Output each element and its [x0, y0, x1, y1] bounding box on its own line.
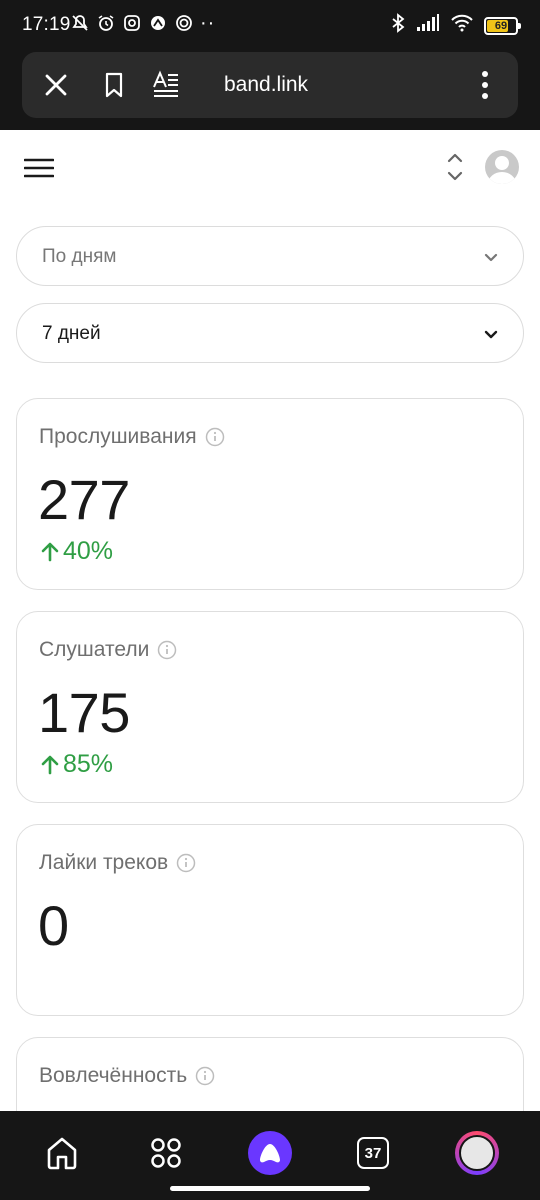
alice-button[interactable] [248, 1131, 292, 1175]
info-icon[interactable] [205, 427, 225, 447]
stat-card-plays: Прослушивания 277 40% [16, 398, 524, 590]
stat-title: Прослушивания [39, 425, 225, 449]
battery-level: 69 [494, 19, 508, 32]
stat-title: Вовлечённость [39, 1064, 215, 1088]
stat-title-text: Лайки треков [39, 851, 169, 874]
status-icons-right: 69 [390, 13, 521, 38]
stat-card-track-likes: Лайки треков 0 [16, 824, 524, 1016]
stat-delta: 85% [39, 750, 113, 779]
stat-delta: 40% [39, 537, 113, 566]
stat-value: 175 [38, 681, 130, 744]
menu-icon[interactable] [23, 156, 55, 180]
stat-title-text: Слушатели [39, 638, 150, 661]
status-more: ·· [200, 12, 216, 34]
tabs-count[interactable]: 37 [357, 1137, 389, 1169]
status-icons-left [70, 13, 194, 33]
stat-card-listeners: Слушатели 175 85% [16, 611, 524, 803]
sync-icon [148, 13, 168, 33]
bookmark-icon[interactable] [97, 68, 131, 102]
period-select[interactable]: 7 дней [16, 303, 524, 363]
signal-icon [416, 14, 440, 37]
chevron-down-icon [483, 249, 499, 265]
mute-icon [70, 13, 90, 33]
stat-delta-value: 85% [63, 750, 114, 778]
tabs-icon[interactable]: 37 [351, 1131, 395, 1175]
info-icon[interactable] [176, 853, 196, 873]
grouping-select-value: По дням [42, 246, 117, 267]
bluetooth-icon [390, 13, 406, 38]
stat-title-text: Вовлечённость [39, 1064, 188, 1087]
more-vertical-icon[interactable] [468, 68, 502, 102]
profile-avatar[interactable] [455, 1131, 499, 1175]
battery-icon: 69 [484, 16, 521, 35]
address-bar[interactable]: band.link [22, 52, 518, 118]
browser-top: 17:19 ·· 69 band.link [0, 0, 540, 130]
info-icon[interactable] [157, 640, 177, 660]
status-time: 17:19 [22, 14, 71, 35]
close-icon[interactable] [39, 68, 73, 102]
home-icon[interactable] [40, 1131, 84, 1175]
stat-title: Слушатели [39, 638, 177, 662]
reader-icon[interactable] [149, 68, 183, 102]
wifi-icon [450, 14, 474, 37]
grouping-select[interactable]: По дням [16, 226, 524, 286]
home-indicator[interactable] [170, 1186, 370, 1191]
profile-image [459, 1135, 495, 1171]
chevron-down-icon [483, 326, 499, 342]
alice-icon[interactable] [248, 1131, 292, 1175]
instagram-icon [122, 13, 142, 33]
status-bar: 17:19 ·· 69 [0, 0, 540, 50]
info-icon[interactable] [195, 1066, 215, 1086]
stat-title: Лайки треков [39, 851, 196, 875]
sort-icon[interactable] [444, 150, 466, 184]
apps-icon[interactable] [144, 1131, 188, 1175]
bottom-nav: 37 [0, 1111, 540, 1200]
avatar[interactable] [485, 150, 519, 184]
stat-value: 277 [38, 468, 130, 531]
arrow-up-icon [41, 755, 59, 774]
stat-value: 0 [38, 894, 69, 957]
url-text[interactable]: band.link [224, 73, 308, 97]
stat-title-text: Прослушивания [39, 425, 197, 448]
profile-icon[interactable] [455, 1131, 499, 1175]
arrow-up-icon [41, 542, 59, 561]
target-icon [174, 13, 194, 33]
alarm-icon [96, 13, 116, 33]
period-select-value: 7 дней [42, 323, 101, 344]
stat-delta-value: 40% [63, 537, 114, 565]
